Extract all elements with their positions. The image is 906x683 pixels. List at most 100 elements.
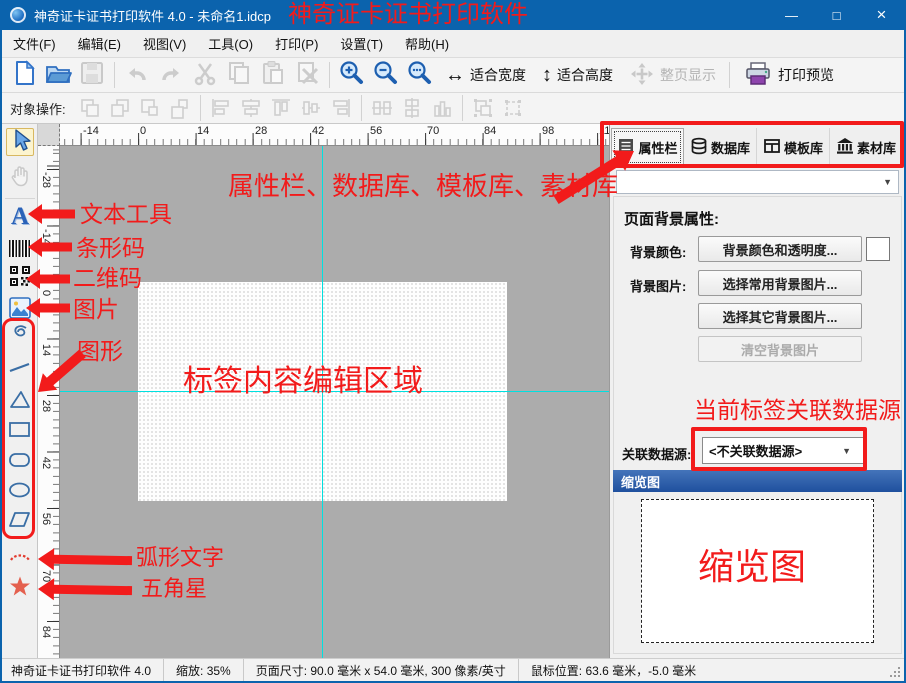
crosshair-horizontal-guide <box>60 391 609 392</box>
window-controls: — □ × <box>769 0 904 30</box>
status-mouse-position: 鼠标位置: 63.6 毫米，-5.0 毫米 <box>519 659 708 681</box>
arc-text-tool-button[interactable] <box>6 544 34 572</box>
rectangle-tool-button[interactable] <box>6 418 34 446</box>
bg-color-swatch[interactable] <box>866 237 890 261</box>
thumbnail-header: 缩览图 <box>613 470 902 492</box>
object-toolbar: 对象操作: <box>2 93 904 124</box>
fit-width-label: 适合宽度 <box>470 65 526 85</box>
chevron-down-icon: ▼ <box>842 446 851 456</box>
zoom-custom-button[interactable] <box>404 60 436 90</box>
qrcode-icon <box>7 263 33 294</box>
send-backward-icon <box>166 95 194 121</box>
align-right-icon <box>327 95 355 121</box>
main-toolbar: ↔ 适合宽度 ↕ 适合高度 整页显示 打印预览 <box>2 58 904 93</box>
text-tool-button[interactable]: A <box>6 202 34 230</box>
zoom-out-icon <box>371 58 401 93</box>
object-toolbar-label: 对象操作: <box>10 99 66 118</box>
qrcode-tool-button[interactable] <box>6 264 34 292</box>
whole-page-label: 整页显示 <box>660 65 716 85</box>
text-tool-icon: A <box>11 204 29 229</box>
title-bar[interactable]: 神奇证卡证书打印软件 4.0 - 未命名1.idcp — □ × <box>2 0 904 30</box>
open-file-button[interactable] <box>42 60 74 90</box>
rounded-rectangle-icon <box>7 447 33 478</box>
tab-templates-label: 模板库 <box>784 138 823 157</box>
same-width-icon <box>368 95 396 121</box>
zoom-in-button[interactable] <box>336 60 368 90</box>
star-tool-button[interactable] <box>6 574 34 602</box>
choose-other-bg-button[interactable]: 选择其它背景图片... <box>698 303 862 329</box>
material-bank-icon <box>836 137 854 158</box>
resize-grip[interactable] <box>890 667 901 678</box>
undo-button <box>121 60 153 90</box>
ellipse-tool-button[interactable] <box>6 478 34 506</box>
menu-view[interactable]: 视图(V) <box>132 30 197 57</box>
window-title: 神奇证卡证书打印软件 4.0 - 未命名1.idcp <box>34 6 271 25</box>
parallelogram-tool-button[interactable] <box>6 508 34 536</box>
h-ruler-label: 0 <box>140 125 146 137</box>
curve-tool-button[interactable] <box>6 322 34 350</box>
barcode-icon <box>9 240 31 257</box>
tab-materials[interactable]: 素材库 <box>830 128 903 166</box>
menu-print[interactable]: 打印(P) <box>264 30 329 57</box>
new-document-button[interactable] <box>8 60 40 90</box>
line-tool-button[interactable] <box>6 356 34 384</box>
clear-bg-button: 清空背景图片 <box>698 336 862 362</box>
h-ruler-label: 112 <box>599 125 609 137</box>
design-canvas[interactable] <box>60 146 609 658</box>
select-tool-button[interactable] <box>6 128 34 156</box>
whole-page-icon <box>629 61 655 90</box>
menu-edit[interactable]: 编辑(E) <box>67 30 132 57</box>
choose-common-bg-button[interactable]: 选择常用背景图片... <box>698 270 862 296</box>
h-ruler-label: 84 <box>484 125 496 137</box>
menu-bar: 文件(F) 编辑(E) 视图(V) 工具(O) 打印(P) 设置(T) 帮助(H… <box>2 30 904 58</box>
ellipse-icon <box>7 477 33 508</box>
select-cursor-icon <box>7 127 33 158</box>
triangle-tool-button[interactable] <box>6 388 34 416</box>
bg-color-label: 背景颜色: <box>630 242 686 261</box>
bg-color-button[interactable]: 背景颜色和透明度... <box>698 236 862 262</box>
ruler-corner <box>38 124 60 146</box>
template-icon <box>763 137 781 158</box>
parallelogram-icon <box>7 507 33 538</box>
data-source-dropdown[interactable]: <不关联数据源> ▼ <box>702 437 864 464</box>
fit-height-icon: ↕ <box>542 65 552 85</box>
tab-materials-label: 素材库 <box>857 138 896 157</box>
fit-width-button[interactable]: ↔ 适合宽度 <box>438 60 533 90</box>
paste-button <box>257 60 289 90</box>
close-button[interactable]: × <box>859 0 904 30</box>
tab-templates[interactable]: 模板库 <box>757 128 830 166</box>
menu-help[interactable]: 帮助(H) <box>394 30 460 57</box>
h-ruler-label: 56 <box>370 125 382 137</box>
fit-height-button[interactable]: ↕ 适合高度 <box>535 60 620 90</box>
zoom-out-button[interactable] <box>370 60 402 90</box>
database-icon <box>690 137 708 158</box>
minimize-button[interactable]: — <box>769 0 814 30</box>
chevron-down-icon: ▼ <box>883 177 892 187</box>
printer-icon <box>743 60 773 91</box>
rectangle-icon <box>7 417 33 448</box>
menu-file[interactable]: 文件(F) <box>2 30 67 57</box>
print-preview-button[interactable]: 打印预览 <box>736 60 841 90</box>
cut-button <box>189 60 221 90</box>
maximize-button[interactable]: □ <box>814 0 859 30</box>
horizontal-ruler: -14 0 14 28 42 56 70 84 98 112 <box>60 124 609 146</box>
v-ruler-label: -14 <box>40 227 52 247</box>
barcode-tool-button[interactable] <box>6 234 34 262</box>
thumbnail-preview[interactable] <box>641 499 874 643</box>
delete-icon <box>292 58 322 93</box>
curve-icon <box>7 321 33 352</box>
print-preview-label: 打印预览 <box>778 65 834 85</box>
rounded-rectangle-tool-button[interactable] <box>6 448 34 476</box>
h-ruler-label: 14 <box>197 125 209 137</box>
tab-database[interactable]: 数据库 <box>684 128 757 166</box>
status-page-size: 页面尺寸: 90.0 毫米 x 54.0 毫米, 300 像素/英寸 <box>244 659 519 681</box>
object-selector-dropdown[interactable]: ▼ <box>616 170 899 194</box>
thumbnail-panel <box>613 492 902 654</box>
menu-settings[interactable]: 设置(T) <box>329 30 394 57</box>
menu-tools[interactable]: 工具(O) <box>197 30 264 57</box>
v-ruler-label: 84 <box>40 622 52 642</box>
arc-text-icon <box>7 543 33 574</box>
data-source-label: 关联数据源: <box>622 444 691 463</box>
application-window: 神奇证卡证书打印软件 4.0 - 未命名1.idcp — □ × 文件(F) 编… <box>0 0 906 683</box>
tab-properties[interactable]: 属性栏 <box>611 128 684 166</box>
